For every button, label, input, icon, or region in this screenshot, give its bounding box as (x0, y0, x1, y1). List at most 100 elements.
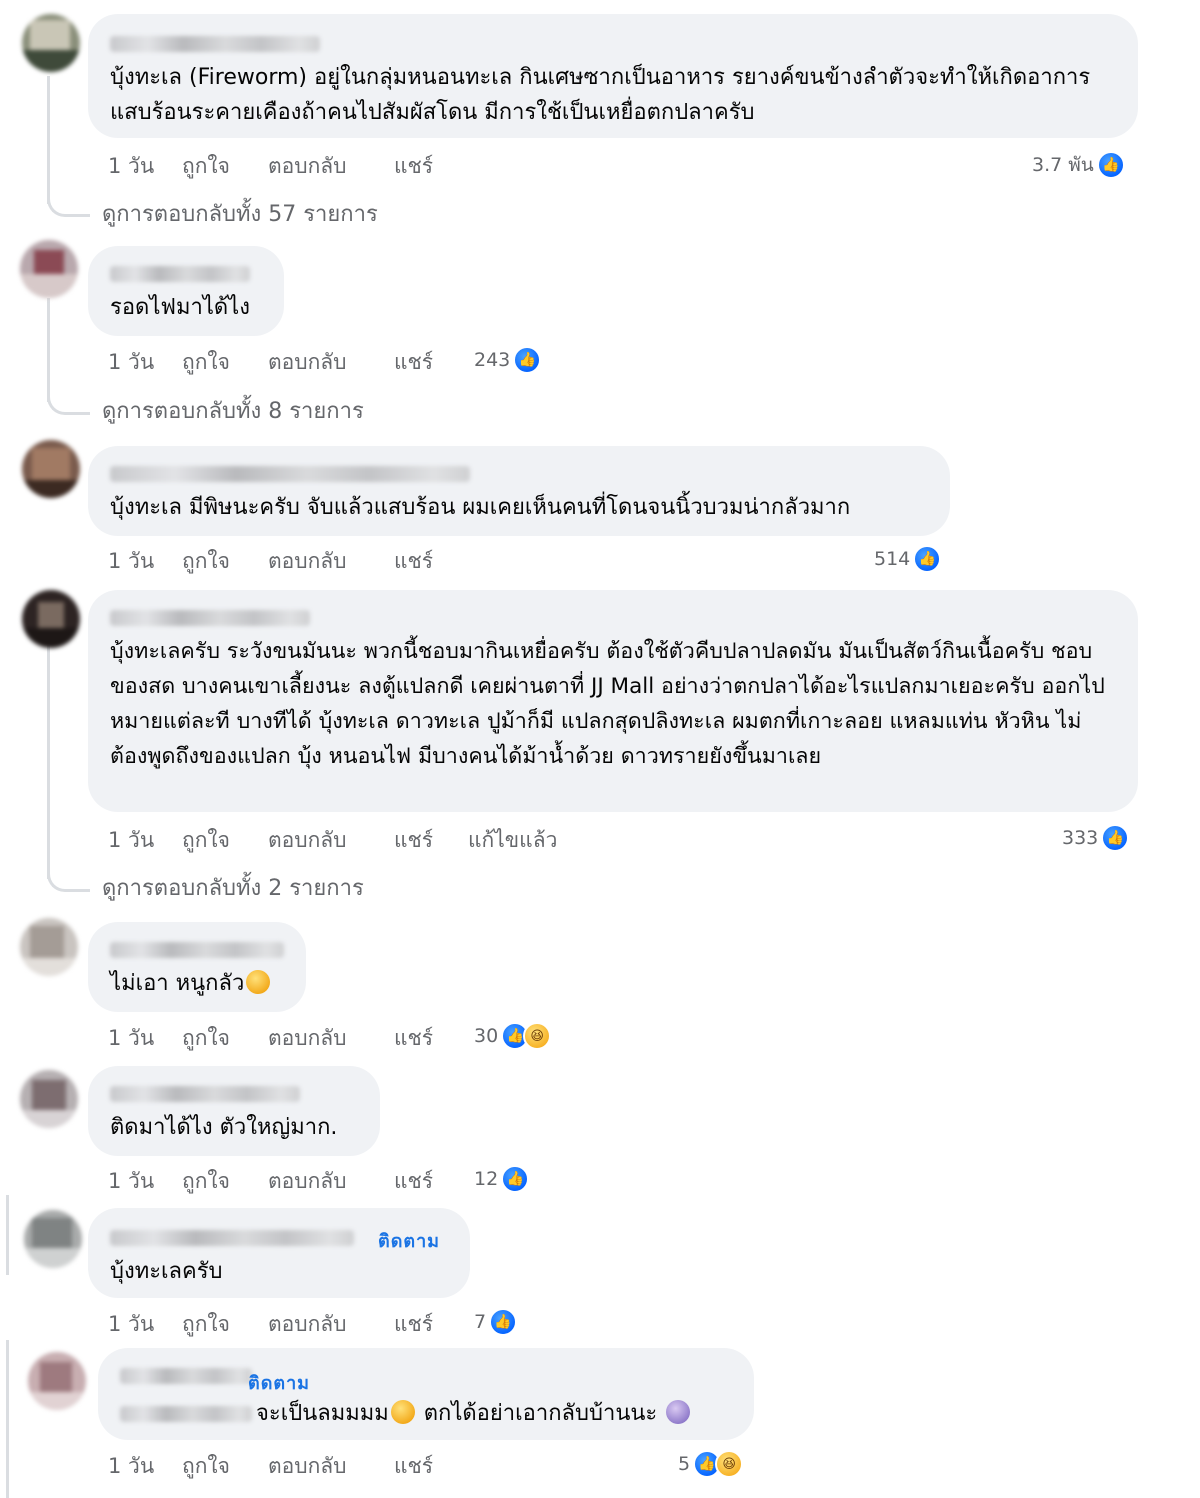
like-button[interactable]: ถูกใจ (182, 1450, 230, 1483)
share-button[interactable]: แชร์ (394, 1022, 433, 1055)
comment-text: ติดมาได้ไง ตัวใหญ่มาก. (110, 1115, 338, 1140)
share-button[interactable]: แชร์ (394, 545, 433, 578)
commenter-name-blurred[interactable] (110, 266, 250, 282)
reply-button[interactable]: ตอบกลับ (268, 545, 347, 578)
comment-bubble: บุ้งทะเล มีพิษนะครับ จับแล้วแสบร้อน ผมเค… (88, 446, 950, 536)
reaction-summary[interactable]: 333 👍 (1062, 824, 1130, 852)
avatar[interactable] (22, 440, 80, 498)
reaction-count: 333 (1062, 827, 1099, 849)
thread-line (47, 298, 50, 402)
reply-button[interactable]: ตอบกลับ (268, 346, 347, 379)
like-icon: 👍 (489, 1308, 518, 1336)
reaction-count: 12 (474, 1168, 499, 1190)
avatar[interactable] (28, 1352, 86, 1410)
comment-time[interactable]: 1 วัน (108, 1165, 154, 1198)
thread-curve (47, 871, 90, 892)
avatar[interactable] (22, 590, 80, 648)
like-icon: 👍 (913, 545, 942, 573)
edited-label[interactable]: แก้ไขแล้ว (468, 824, 557, 857)
rofl-emoji (246, 970, 271, 994)
follow-button[interactable]: ติดตาม (248, 1368, 310, 1397)
commenter-name-blurred[interactable] (110, 1086, 300, 1102)
avatar[interactable] (24, 1210, 82, 1268)
comment-time[interactable]: 1 วัน (108, 1022, 154, 1055)
like-button[interactable]: ถูกใจ (182, 1308, 230, 1341)
like-icon: 👍 (513, 346, 542, 374)
reply-button[interactable]: ตอบกลับ (268, 1308, 347, 1341)
commenter-name-blurred[interactable] (110, 610, 310, 626)
comment-time[interactable]: 1 วัน (108, 346, 154, 379)
comment-text-part1: จะเป็นลมมมม (256, 1401, 389, 1426)
comment-text-part2: ตกได้อย่าเอากลับบ้านนะ (416, 1401, 665, 1426)
share-button[interactable]: แชร์ (394, 1450, 433, 1483)
haha-icon: 😆 (715, 1450, 744, 1478)
view-replies-link[interactable]: ดูการตอบกลับทั้ง 2 รายการ (102, 870, 364, 905)
like-button[interactable]: ถูกใจ (182, 346, 230, 379)
avatar[interactable] (20, 918, 78, 976)
follow-button[interactable]: ติดตาม (378, 1226, 440, 1255)
comment-actions: 1 วัน ถูกใจ ตอบกลับ แชร์ 7 👍 (108, 1308, 628, 1338)
like-icon: 👍 (1096, 151, 1125, 179)
comment-time[interactable]: 1 วัน (108, 1308, 154, 1341)
reaction-summary[interactable]: 30 👍 😆 (474, 1022, 552, 1050)
comment-actions: 1 วัน ถูกใจ ตอบกลับ แชร์ 30 👍 😆 (108, 1022, 628, 1052)
avatar[interactable] (20, 240, 78, 298)
share-button[interactable]: แชร์ (394, 150, 433, 183)
thread-curve (47, 394, 90, 415)
reply-button[interactable]: ตอบกลับ (268, 1165, 347, 1198)
like-icon: 👍 (501, 1165, 530, 1193)
commenter-name-blurred[interactable] (120, 1368, 252, 1384)
reaction-summary[interactable]: 243 👍 (474, 346, 542, 374)
comment-bubble: จะเป็นลมมมม ตกได้อย่าเอากลับบ้านนะ (98, 1348, 754, 1440)
avatar[interactable] (22, 14, 80, 72)
comment-bubble: บุ้งทะเล (Fireworm) อยู่ในกลุ่มหนอนทะเล … (88, 14, 1138, 138)
commenter-name-blurred[interactable] (110, 36, 320, 52)
comment-actions: 1 วัน ถูกใจ ตอบกลับ แชร์ 5 👍 😆 (108, 1450, 808, 1480)
scared-emoji (666, 1400, 691, 1424)
comment-actions: 1 วัน ถูกใจ ตอบกลับ แชร์ 3.7 พัน 👍 (108, 150, 1148, 180)
comment-actions: 1 วัน ถูกใจ ตอบกลับ แชร์ 243 👍 (108, 346, 608, 376)
comment-time[interactable]: 1 วัน (108, 824, 154, 857)
like-button[interactable]: ถูกใจ (182, 824, 230, 857)
share-button[interactable]: แชร์ (394, 346, 433, 379)
share-button[interactable]: แชร์ (394, 1165, 433, 1198)
comment-text: จะเป็นลมมมม ตกได้อย่าเอากลับบ้านนะ (256, 1396, 692, 1431)
reaction-count: 30 (474, 1025, 499, 1047)
like-button[interactable]: ถูกใจ (182, 1165, 230, 1198)
comment-actions: 1 วัน ถูกใจ ตอบกลับ แชร์ 514 👍 (108, 545, 958, 575)
share-button[interactable]: แชร์ (394, 1308, 433, 1341)
reply-button[interactable]: ตอบกลับ (268, 1450, 347, 1483)
comment-time[interactable]: 1 วัน (108, 150, 154, 183)
reaction-summary[interactable]: 5 👍 😆 (678, 1450, 744, 1478)
thread-line (6, 1195, 9, 1275)
reaction-summary[interactable]: 514 👍 (874, 545, 942, 573)
view-replies-link[interactable]: ดูการตอบกลับทั้ง 8 รายการ (102, 393, 364, 428)
reaction-summary[interactable]: 12 👍 (474, 1165, 530, 1193)
reply-button[interactable]: ตอบกลับ (268, 1022, 347, 1055)
avatar[interactable] (20, 1070, 78, 1128)
haha-icon: 😆 (523, 1022, 552, 1050)
reaction-summary[interactable]: 7 👍 (474, 1308, 518, 1336)
like-button[interactable]: ถูกใจ (182, 150, 230, 183)
comment-time[interactable]: 1 วัน (108, 1450, 154, 1483)
commenter-name-blurred[interactable] (110, 466, 470, 482)
reply-button[interactable]: ตอบกลับ (268, 824, 347, 857)
reaction-count: 5 (678, 1453, 691, 1475)
share-button[interactable]: แชร์ (394, 824, 433, 857)
thread-line (47, 645, 50, 879)
reply-button[interactable]: ตอบกลับ (268, 150, 347, 183)
like-button[interactable]: ถูกใจ (182, 545, 230, 578)
like-button[interactable]: ถูกใจ (182, 1022, 230, 1055)
reaction-count: 7 (474, 1311, 487, 1333)
view-replies-link[interactable]: ดูการตอบกลับทั้ง 57 รายการ (102, 196, 378, 231)
commenter-name-blurred[interactable] (120, 1406, 252, 1422)
reaction-summary[interactable]: 3.7 พัน 👍 (1032, 150, 1125, 180)
comment-time[interactable]: 1 วัน (108, 545, 154, 578)
comment-text: บุ้งทะเล มีพิษนะครับ จับแล้วแสบร้อน ผมเค… (110, 495, 851, 520)
commenter-name-blurred[interactable] (110, 942, 284, 958)
comment-text-content: ไม่เอา หนูกลัว (110, 971, 245, 996)
comment-text: บุ้งทะเล (Fireworm) อยู่ในกลุ่มหนอนทะเล … (110, 65, 1091, 125)
comment-text: บุ้งทะเลครับ (110, 1259, 223, 1284)
commenter-name-blurred[interactable] (110, 1230, 354, 1246)
comment-bubble: บุ้งทะเลครับ ระวังขนมันนะ พวกนี้ชอบมากิน… (88, 590, 1138, 812)
